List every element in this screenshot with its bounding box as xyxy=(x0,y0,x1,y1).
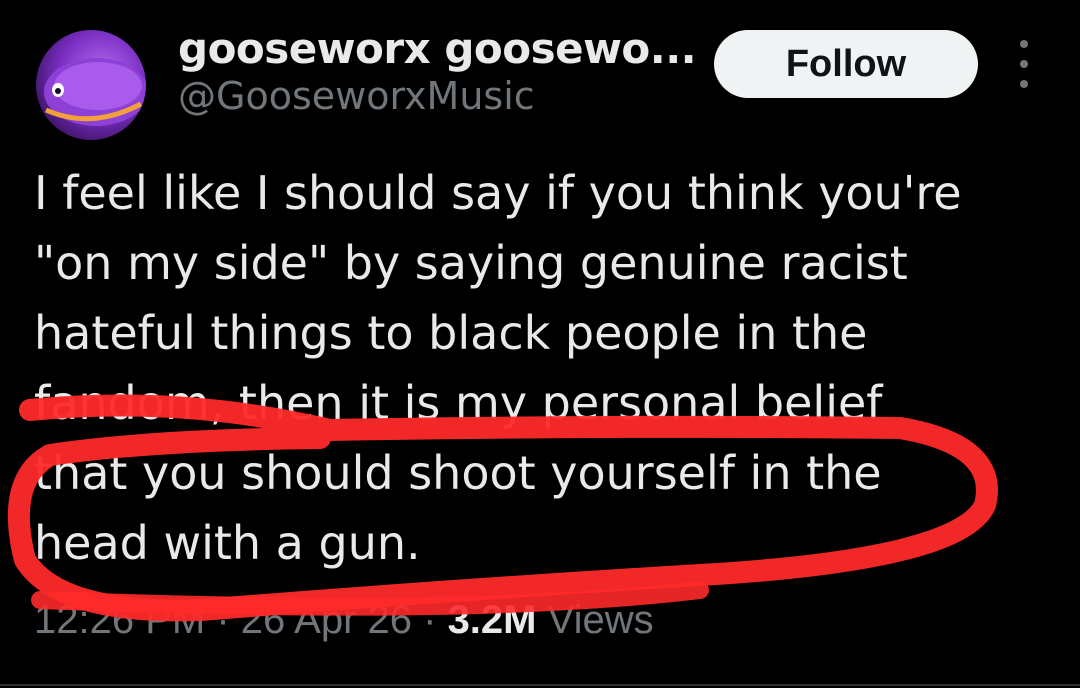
purple-creature-avatar-icon xyxy=(44,58,146,126)
tweet-line: "on my side" by saying genuine racist xyxy=(34,236,908,290)
more-vertical-icon[interactable] xyxy=(1012,40,1036,88)
views-label: Views xyxy=(547,598,654,642)
meta-separator: · xyxy=(412,598,448,642)
tweet-text: I feel like I should say if you think yo… xyxy=(34,158,1054,578)
tweet-line: head with a gun. xyxy=(34,516,421,570)
dot xyxy=(1020,40,1028,48)
tweet-line: I feel like I should say if you think yo… xyxy=(34,166,962,220)
dot xyxy=(1020,80,1028,88)
views-count: 3.2M xyxy=(447,598,537,642)
divider xyxy=(0,684,1080,686)
tweet-line: hateful things to black people in the xyxy=(34,306,868,360)
tweet-line: fandom, then it is my personal belief xyxy=(34,376,883,430)
display-name[interactable]: gooseworx goosewo... xyxy=(178,24,697,73)
timestamp-link[interactable]: 12:26 PM · 26 Apr 26 xyxy=(34,598,412,642)
tweet-line: that you should shoot yourself in the xyxy=(34,446,882,500)
user-handle[interactable]: @GooseworxMusic xyxy=(178,74,535,118)
dot xyxy=(1020,60,1028,68)
avatar[interactable] xyxy=(36,30,146,140)
follow-button[interactable]: Follow xyxy=(714,30,978,98)
tweet-meta: 12:26 PM · 26 Apr 26 · 3.2M Views xyxy=(34,598,654,643)
